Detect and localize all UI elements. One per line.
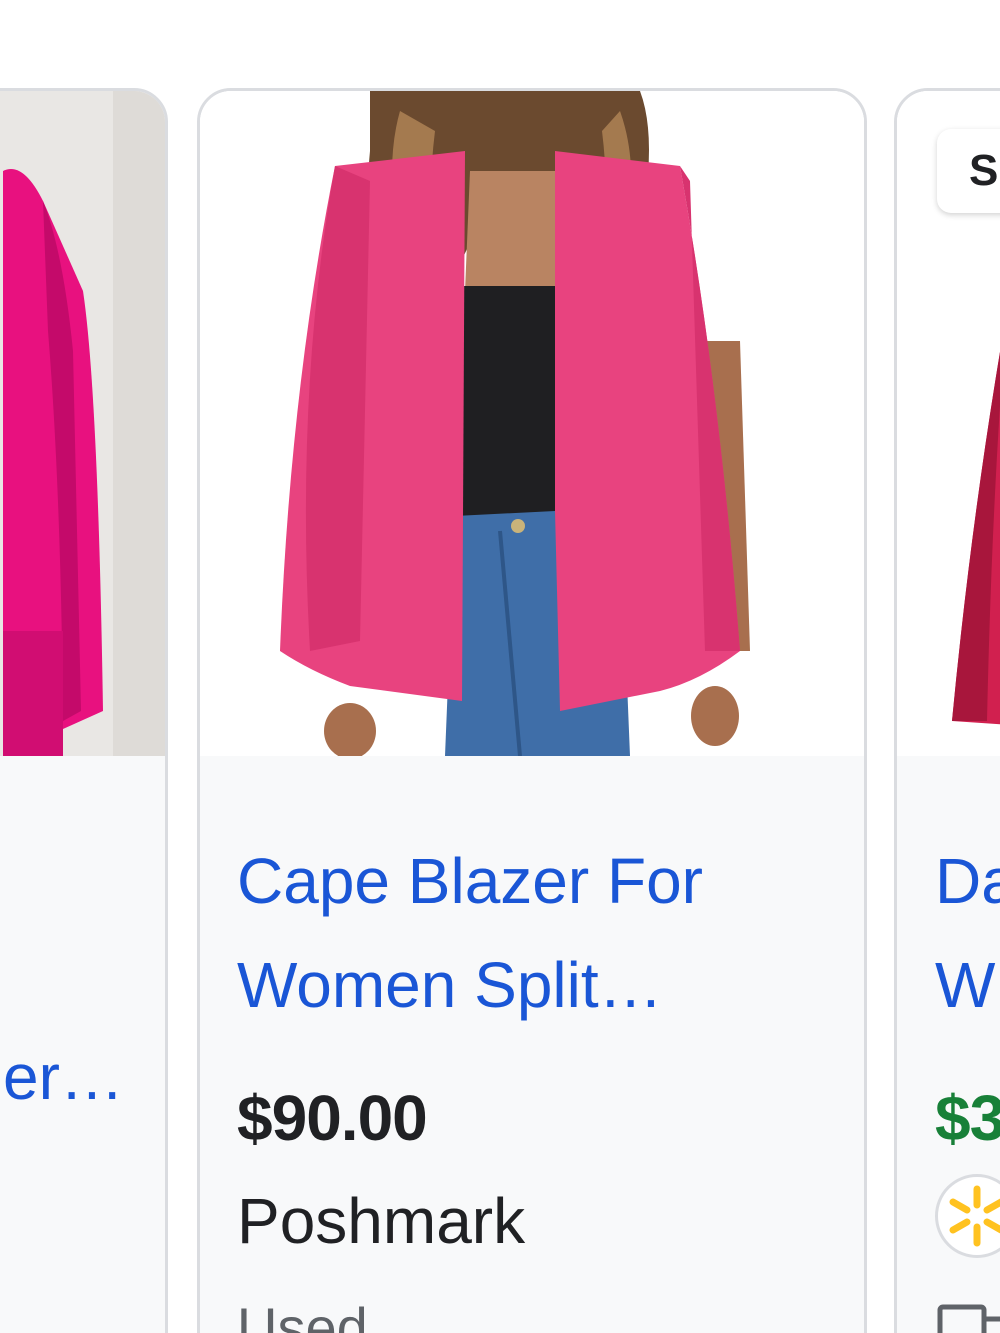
product-card-right[interactable]: S Da W $3 [894, 88, 1000, 1333]
product-title-left[interactable]: er… [3, 1025, 124, 1129]
product-price-right: $3 [935, 1082, 1000, 1154]
product-card-left[interactable]: er… [0, 88, 168, 1333]
product-card-center[interactable]: Cape Blazer For Women Split… $90.00 Posh… [197, 88, 867, 1333]
product-title-line1-right: Da [935, 845, 1000, 917]
delivery-truck-icon [937, 1299, 1000, 1333]
shopping-carousel: er… Cape Blazer For Women Split… $90.00 … [0, 0, 1000, 1333]
product-seller-center: Poshmark [237, 1185, 526, 1257]
product-condition-center: Used [237, 1296, 368, 1333]
sale-badge: S [937, 129, 1000, 213]
product-title-center[interactable]: Cape Blazer For Women Split… [237, 829, 703, 1037]
walmart-spark-icon [935, 1174, 1000, 1258]
product-title-line1: Cape Blazer For [237, 845, 703, 917]
product-image-left[interactable] [0, 91, 165, 756]
product-title-line2-right: W [935, 949, 996, 1021]
product-image-center[interactable] [200, 91, 864, 756]
product-title-line2: Women Split… [237, 949, 663, 1021]
product-title-right[interactable]: Da W [935, 829, 1000, 1037]
product-price-center: $90.00 [237, 1082, 428, 1154]
